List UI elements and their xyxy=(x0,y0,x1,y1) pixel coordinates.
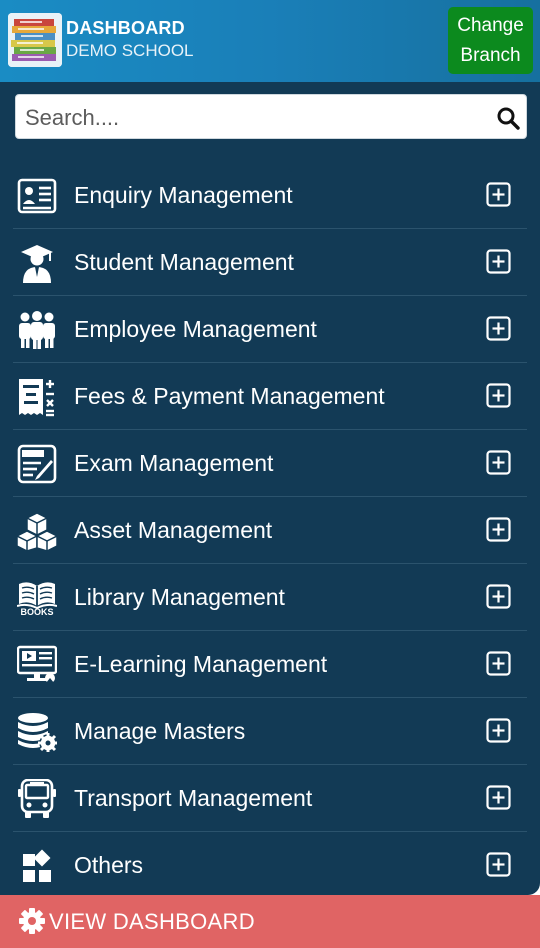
menu-item-label: E-Learning Management xyxy=(74,651,328,677)
menu-item-label: Employee Management xyxy=(74,316,317,342)
menu-item-label: Student Management xyxy=(74,249,294,275)
view-dashboard-button[interactable]: VIEW DASHBOARD xyxy=(0,895,540,948)
school-name: DEMO SCHOOL xyxy=(66,41,194,60)
people-group-icon xyxy=(17,310,57,350)
menu-item-label: Others xyxy=(74,852,144,878)
menu-item-asset[interactable]: Asset Management xyxy=(0,497,540,564)
menu-item-others[interactable]: Others xyxy=(0,832,540,899)
change-branch-label-line2: Branch xyxy=(460,44,521,66)
elearning-icon xyxy=(16,645,58,685)
view-dashboard-label: VIEW DASHBOARD xyxy=(49,909,255,934)
menu-item-label: Library Management xyxy=(74,584,285,610)
navigation-panel: Enquiry Management Student Manageme xyxy=(0,82,540,895)
expand-plus-icon[interactable] xyxy=(486,651,511,681)
expand-plus-icon[interactable] xyxy=(486,249,511,279)
menu-item-enquiry[interactable]: Enquiry Management xyxy=(0,162,540,229)
change-branch-button[interactable]: Change Branch xyxy=(448,7,533,74)
bus-icon xyxy=(17,778,57,819)
search-box xyxy=(15,94,527,139)
graduate-icon xyxy=(17,243,57,283)
menu-item-label: Enquiry Management xyxy=(74,182,293,208)
menu-item-label: Manage Masters xyxy=(74,718,246,744)
app-title: DASHBOARD xyxy=(66,18,185,38)
menu-item-label: Exam Management xyxy=(74,450,274,476)
expand-plus-icon[interactable] xyxy=(486,383,511,413)
menu-item-label: Asset Management xyxy=(74,517,273,543)
search-icon[interactable] xyxy=(496,106,520,135)
change-branch-label-line1: Change xyxy=(457,14,524,36)
menu-item-student[interactable]: Student Management xyxy=(0,229,540,296)
expand-plus-icon[interactable] xyxy=(486,316,511,346)
search-input[interactable] xyxy=(23,100,487,136)
expand-plus-icon[interactable] xyxy=(486,718,511,748)
enquiry-form-icon xyxy=(17,176,57,216)
menu-item-fees[interactable]: Fees & Payment Management xyxy=(0,363,540,430)
fees-pay-icon xyxy=(17,377,57,417)
menu-item-employee[interactable]: Employee Management xyxy=(0,296,540,363)
books-icon: BOOKS xyxy=(16,578,58,618)
app-header: DASHBOARD DEMO SCHOOL Change Branch xyxy=(0,0,540,82)
expand-plus-icon[interactable] xyxy=(486,852,511,882)
expand-plus-icon[interactable] xyxy=(486,785,511,815)
expand-plus-icon[interactable] xyxy=(486,182,511,212)
expand-plus-icon[interactable] xyxy=(486,450,511,480)
menu-item-library[interactable]: BOOKS Library Management xyxy=(0,564,540,631)
menu-item-label: Fees & Payment Management xyxy=(74,383,385,409)
menu-item-exam[interactable]: Exam Management xyxy=(0,430,540,497)
expand-plus-icon[interactable] xyxy=(486,517,511,547)
menu-item-elearning[interactable]: E-Learning Management xyxy=(0,631,540,698)
gear-icon xyxy=(18,907,46,940)
widgets-icon xyxy=(17,846,57,886)
database-gear-icon xyxy=(17,712,58,753)
boxes-icon xyxy=(16,511,58,552)
expand-plus-icon[interactable] xyxy=(486,584,511,614)
exam-icon xyxy=(17,444,57,484)
menu-item-label: Transport Management xyxy=(74,785,313,811)
menu-item-masters[interactable]: Manage Masters xyxy=(0,698,540,765)
menu-item-transport[interactable]: Transport Management xyxy=(0,765,540,832)
school-books-logo[interactable] xyxy=(8,13,62,67)
